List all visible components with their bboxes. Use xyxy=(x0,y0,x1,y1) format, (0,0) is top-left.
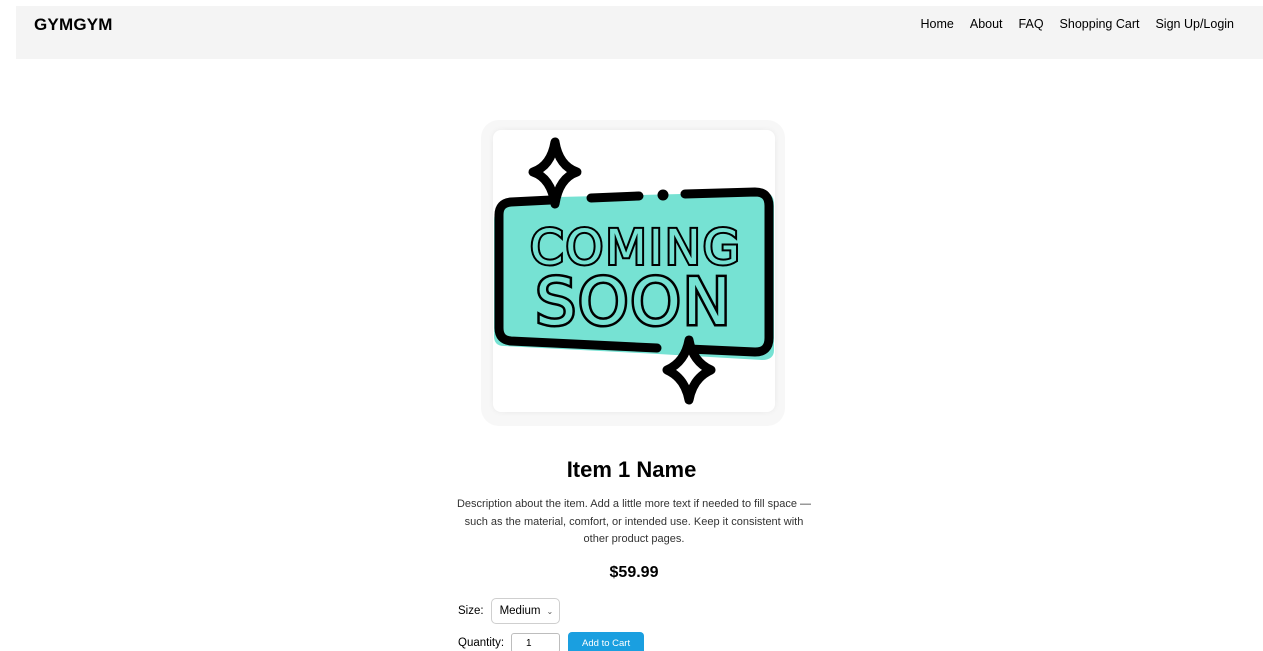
chevron-down-icon: ⌄ xyxy=(546,606,554,616)
nav-signup-login-link[interactable]: Sign Up/Login xyxy=(1155,17,1234,31)
site-header: GYMGYM Home About FAQ Shopping Cart Sign… xyxy=(16,6,1263,59)
nav-about-link[interactable]: About xyxy=(970,17,1003,31)
sparkle-icon xyxy=(528,137,582,209)
size-label: Size: xyxy=(458,605,484,617)
coming-soon-illustration: COMING SOON xyxy=(494,137,774,405)
product-name: Item 1 Name xyxy=(566,457,697,482)
quantity-input[interactable] xyxy=(511,633,561,651)
page: GYMGYM Home About FAQ Shopping Cart Sign… xyxy=(0,0,1263,651)
size-select[interactable]: Medium ⌄ xyxy=(490,598,561,624)
site-logo[interactable]: GYMGYM xyxy=(34,15,113,35)
nav-shopping-cart-link[interactable]: Shopping Cart xyxy=(1060,17,1140,31)
product-image: COMING SOON xyxy=(493,130,775,412)
size-row: Size: Medium ⌄ xyxy=(458,598,561,624)
product-description: Description about the item. Add a little… xyxy=(456,498,812,545)
quantity-label: Quantity: xyxy=(458,637,505,649)
main-nav: Home About FAQ Shopping Cart Sign Up/Log… xyxy=(921,17,1234,31)
quantity-row: Quantity: Add to Cart xyxy=(458,631,645,651)
nav-home-link[interactable]: Home xyxy=(921,17,954,31)
product-price: $59.99 xyxy=(609,564,659,581)
add-to-cart-button[interactable]: Add to Cart xyxy=(568,631,645,651)
size-selected-value: Medium xyxy=(499,605,541,617)
nav-faq-link[interactable]: FAQ xyxy=(1019,17,1044,31)
badge-line-2: SOON xyxy=(535,266,732,340)
